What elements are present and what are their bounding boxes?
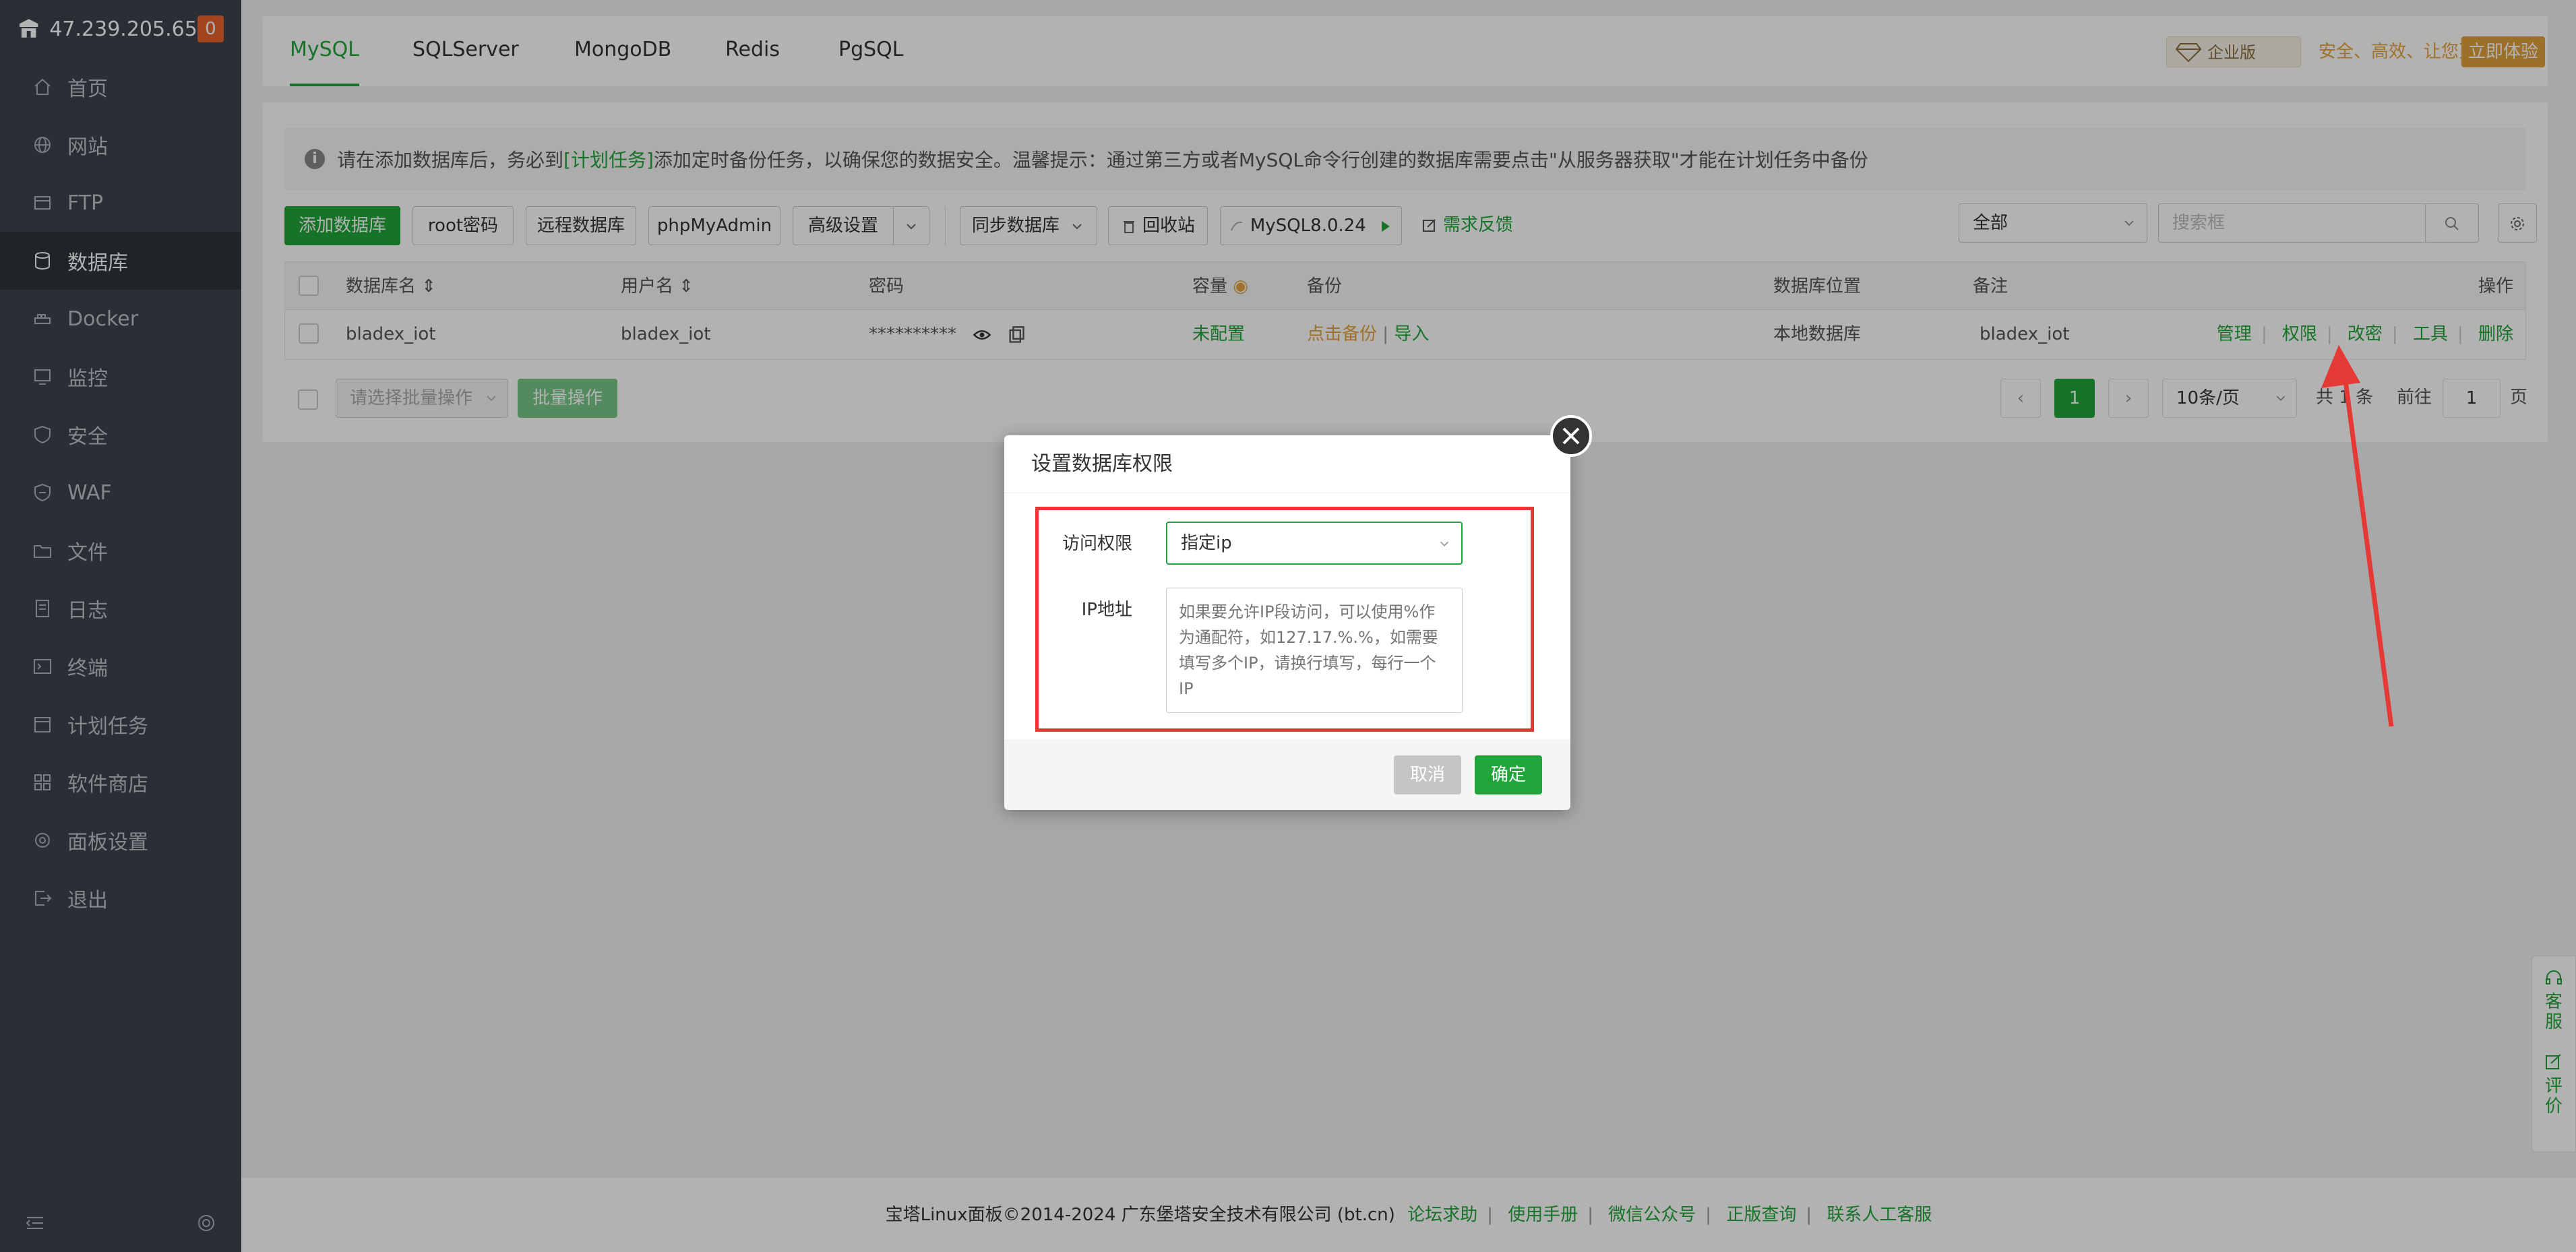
access-permission-label: 访问权限 [1062,534,1132,554]
dialog-footer: 取消 确定 [1004,740,1570,810]
ip-address-textarea[interactable] [1166,588,1463,713]
access-permission-select[interactable]: 指定ip [1166,522,1463,565]
ip-address-label: IP地址 [1081,600,1132,620]
dialog-title: 设置数据库权限 [1004,435,1570,493]
permission-dialog: 设置数据库权限 访问权限 指定ip IP地址 取消 确定 [1004,415,1592,810]
cancel-button[interactable]: 取消 [1394,755,1461,794]
chevron-down-icon [1440,541,1449,547]
close-icon [1562,427,1580,445]
dialog-close-button[interactable] [1550,415,1592,457]
confirm-button[interactable]: 确定 [1475,755,1542,794]
